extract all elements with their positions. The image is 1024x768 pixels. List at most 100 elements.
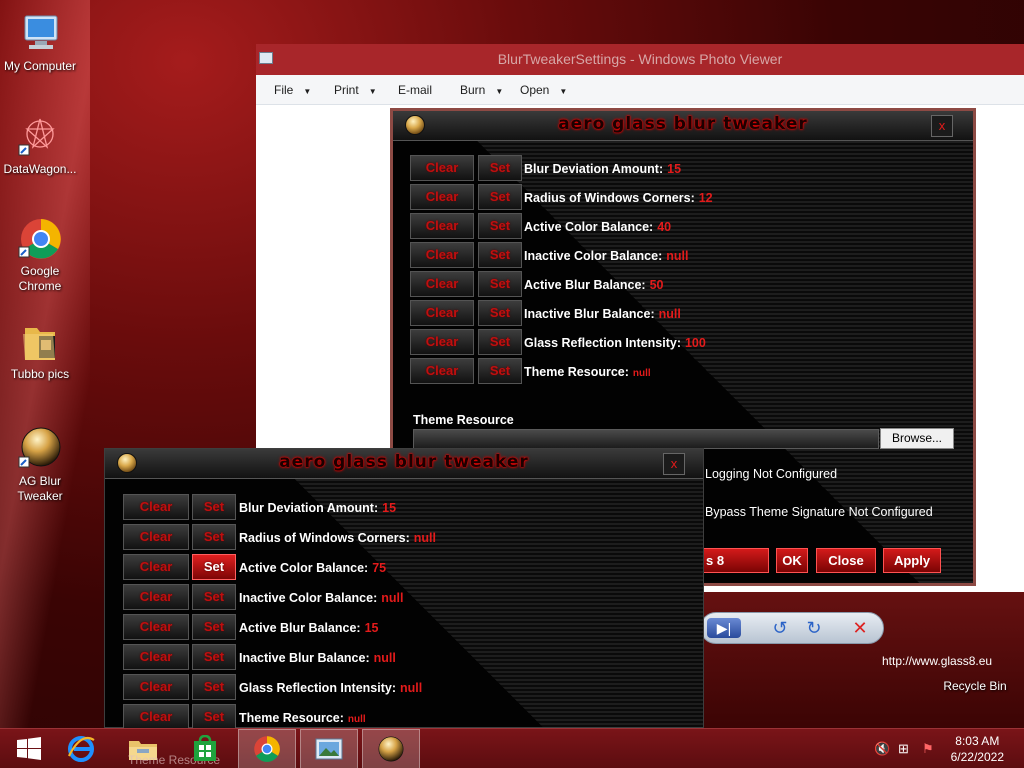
internet-explorer-icon[interactable] bbox=[52, 729, 110, 768]
setting-name: Theme Resource: bbox=[239, 711, 344, 725]
ag-blur-tweaker-taskbar-button[interactable] bbox=[362, 729, 420, 768]
setting-label: Radius of Windows Corners: null bbox=[239, 531, 436, 545]
volume-muted-icon[interactable]: 🔇 bbox=[874, 741, 890, 757]
setting-row: Clear Set Active Color Balance: 75 bbox=[105, 554, 703, 580]
set-button[interactable]: Set bbox=[478, 271, 522, 297]
menu-open[interactable]: Open ▼ bbox=[520, 83, 567, 97]
menu-label: E-mail bbox=[398, 83, 433, 97]
clear-button[interactable]: Clear bbox=[123, 614, 189, 640]
set-button[interactable]: Set bbox=[478, 155, 522, 181]
desktop-icon-label: DataWagon... bbox=[3, 162, 77, 176]
set-button[interactable]: Set bbox=[192, 584, 236, 610]
setting-label: Inactive Color Balance: null bbox=[239, 591, 403, 605]
set-button[interactable]: Set bbox=[478, 358, 522, 384]
network-icon[interactable]: ⊞ bbox=[898, 741, 909, 757]
setting-value: null bbox=[399, 681, 423, 695]
clear-button[interactable]: Clear bbox=[123, 524, 189, 550]
close-button[interactable]: x bbox=[931, 115, 953, 137]
clock-date: 6/22/2022 bbox=[950, 750, 1004, 764]
menu-file[interactable]: File ▼ bbox=[274, 83, 311, 97]
setting-value: null bbox=[632, 368, 651, 379]
setting-row: Clear Set Radius of Windows Corners: null bbox=[105, 524, 703, 550]
taskbar-clock[interactable]: 8:03 AM 6/22/2022 bbox=[951, 733, 1004, 765]
set-button[interactable]: Set bbox=[192, 614, 236, 640]
setting-label: Active Blur Balance: 15 bbox=[239, 621, 378, 635]
clear-button[interactable]: Clear bbox=[123, 644, 189, 670]
setting-label: Theme Resource: null bbox=[524, 365, 651, 379]
setting-value: 75 bbox=[372, 561, 387, 575]
desktop-icon-google-chrome[interactable]: Google Chrome bbox=[0, 215, 80, 294]
clear-button[interactable]: Clear bbox=[123, 554, 189, 580]
set-button[interactable]: Set bbox=[478, 242, 522, 268]
clear-button[interactable]: Clear bbox=[410, 155, 474, 181]
setting-row: Clear Set Inactive Blur Balance: null bbox=[105, 644, 703, 670]
setting-row: Clear Set Active Blur Balance: 15 bbox=[105, 614, 703, 640]
menu-label: File bbox=[274, 83, 294, 97]
apply-button[interactable]: Apply bbox=[883, 548, 941, 573]
setting-label: Inactive Color Balance: null bbox=[524, 249, 688, 263]
chrome-taskbar-button[interactable] bbox=[238, 729, 296, 768]
setting-row: Clear Set Inactive Color Balance: null bbox=[105, 584, 703, 610]
ok-button[interactable]: OK bbox=[776, 548, 808, 573]
close-button[interactable]: Close bbox=[816, 548, 876, 573]
computer-icon bbox=[17, 10, 63, 56]
tweaker-titlebar[interactable]: aero glass blur tweaker x bbox=[105, 449, 703, 479]
clear-button[interactable]: Clear bbox=[410, 271, 474, 297]
folder-icon bbox=[17, 318, 63, 364]
clock-time: 8:03 AM bbox=[955, 734, 1000, 748]
start-icon[interactable] bbox=[0, 729, 58, 768]
set-button[interactable]: Set bbox=[192, 674, 236, 700]
bypass-signature-option[interactable]: Bypass Theme Signature Not Configured bbox=[705, 505, 933, 519]
logging-option[interactable]: Logging Not Configured bbox=[705, 467, 837, 481]
store-icon[interactable] bbox=[176, 729, 234, 768]
set-button[interactable]: Set bbox=[192, 644, 236, 670]
theme-resource-input[interactable] bbox=[413, 429, 879, 449]
rotate-left-icon[interactable]: ↺ bbox=[769, 618, 791, 638]
clear-button[interactable]: Clear bbox=[410, 213, 474, 239]
clear-button[interactable]: Clear bbox=[410, 329, 474, 355]
setting-name: Inactive Color Balance: bbox=[239, 591, 378, 605]
set-button[interactable]: Set bbox=[478, 213, 522, 239]
action-center-icon[interactable]: ⚑ bbox=[922, 741, 934, 757]
dropdown-arrow-icon: ▼ bbox=[303, 87, 312, 96]
clear-button[interactable]: Clear bbox=[123, 584, 189, 610]
clear-button[interactable]: Clear bbox=[410, 184, 474, 210]
setting-row: Clear Set Theme Resource: null bbox=[393, 358, 973, 384]
desktop-icon-ag-blur-tweaker[interactable]: AG Blur Tweaker bbox=[0, 425, 80, 504]
desktop-icon-my-computer[interactable]: My Computer bbox=[0, 10, 80, 74]
set-button[interactable]: Set bbox=[478, 184, 522, 210]
set-button[interactable]: Set bbox=[478, 300, 522, 326]
menu-burn[interactable]: Burn ▼ bbox=[460, 83, 503, 97]
clear-button[interactable]: Clear bbox=[123, 674, 189, 700]
delete-icon[interactable]: ✕ bbox=[849, 618, 871, 638]
desktop-icon-datawagon[interactable]: DataWagon... bbox=[0, 113, 80, 177]
clear-button[interactable]: Clear bbox=[410, 242, 474, 268]
clear-button[interactable]: Clear bbox=[410, 300, 474, 326]
set-button[interactable]: Set bbox=[192, 704, 236, 730]
photo-viewer-taskbar-button[interactable] bbox=[300, 729, 358, 768]
menu-email[interactable]: E-mail bbox=[398, 83, 432, 97]
clear-button[interactable]: Clear bbox=[410, 358, 474, 384]
photo-viewer-titlebar[interactable]: BlurTweakerSettings - Windows Photo View… bbox=[256, 44, 1024, 75]
next-icon[interactable]: ▶| bbox=[707, 618, 741, 638]
setting-value: null bbox=[381, 591, 404, 605]
menu-print[interactable]: Print ▼ bbox=[334, 83, 377, 97]
rotate-right-icon[interactable]: ↻ bbox=[803, 618, 825, 638]
desktop-icon-tubbo-pics[interactable]: Tubbo pics bbox=[0, 318, 80, 382]
browse-button[interactable]: Browse... bbox=[880, 428, 954, 449]
dropdown-arrow-icon: ▼ bbox=[559, 87, 568, 96]
set-button[interactable]: Set bbox=[192, 554, 236, 580]
setting-value: null bbox=[347, 714, 366, 725]
setting-label: Inactive Blur Balance: null bbox=[239, 651, 396, 665]
ag-blur-tweaker-icon bbox=[378, 736, 404, 762]
clear-button[interactable]: Clear bbox=[123, 494, 189, 520]
clear-button[interactable]: Clear bbox=[123, 704, 189, 730]
set-button[interactable]: Set bbox=[192, 494, 236, 520]
set-button[interactable]: Set bbox=[478, 329, 522, 355]
set-button[interactable]: Set bbox=[192, 524, 236, 550]
close-button[interactable]: x bbox=[663, 453, 685, 475]
tweaker-title: aero glass blur tweaker bbox=[558, 114, 808, 134]
setting-row: Clear Set Inactive Blur Balance: null bbox=[393, 300, 973, 326]
setting-value: null bbox=[413, 531, 436, 545]
desktop-icon-recycle-bin[interactable]: Recycle Bin bbox=[935, 626, 1015, 694]
